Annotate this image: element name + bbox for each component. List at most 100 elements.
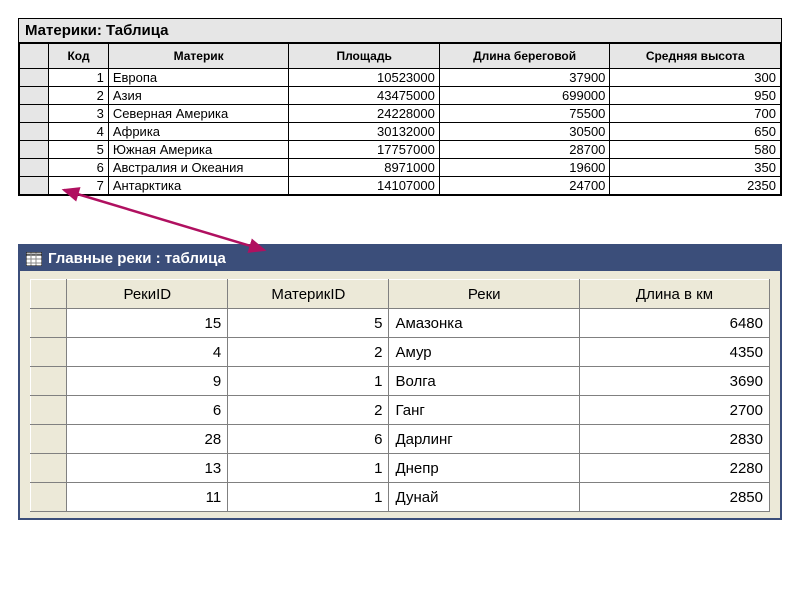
row-selector[interactable] — [20, 159, 49, 177]
table-row[interactable]: 4Африка3013200030500650 — [20, 123, 781, 141]
cell-name[interactable]: Африка — [108, 123, 289, 141]
cell-name[interactable]: Антарктика — [108, 177, 289, 195]
cell-river-id[interactable]: 15 — [67, 309, 228, 338]
cell-area[interactable]: 43475000 — [289, 87, 439, 105]
cell-river-name[interactable]: Дарлинг — [389, 425, 579, 454]
row-selector[interactable] — [20, 69, 49, 87]
table-row[interactable]: 286Дарлинг2830 — [31, 425, 770, 454]
table-row[interactable]: 6Австралия и Океания897100019600350 — [20, 159, 781, 177]
cell-length[interactable]: 2700 — [579, 396, 769, 425]
cell-area[interactable]: 8971000 — [289, 159, 439, 177]
cell-name[interactable]: Австралия и Океания — [108, 159, 289, 177]
cell-coast[interactable]: 699000 — [439, 87, 610, 105]
row-selector[interactable] — [20, 141, 49, 159]
cell-river-id[interactable]: 9 — [67, 367, 228, 396]
col-continent-id[interactable]: МатерикID — [228, 280, 389, 309]
table-row[interactable]: 111Дунай2850 — [31, 483, 770, 512]
col-key[interactable]: Код — [49, 44, 109, 69]
cell-area[interactable]: 14107000 — [289, 177, 439, 195]
cell-alt[interactable]: 350 — [610, 159, 781, 177]
cell-length[interactable]: 2830 — [579, 425, 769, 454]
cell-continent-id[interactable]: 2 — [228, 396, 389, 425]
row-selector[interactable] — [31, 454, 67, 483]
cell-name[interactable]: Европа — [108, 69, 289, 87]
cell-river-id[interactable]: 13 — [67, 454, 228, 483]
cell-river-name[interactable]: Ганг — [389, 396, 579, 425]
table-row[interactable]: 62Ганг2700 — [31, 396, 770, 425]
cell-area[interactable]: 17757000 — [289, 141, 439, 159]
cell-coast[interactable]: 37900 — [439, 69, 610, 87]
table-row[interactable]: 131Днепр2280 — [31, 454, 770, 483]
cell-river-name[interactable]: Дунай — [389, 483, 579, 512]
col-length[interactable]: Длина в км — [579, 280, 769, 309]
row-selector[interactable] — [31, 425, 67, 454]
table-row[interactable]: 5Южная Америка1775700028700580 — [20, 141, 781, 159]
cell-river-name[interactable]: Амур — [389, 338, 579, 367]
cell-area[interactable]: 10523000 — [289, 69, 439, 87]
cell-river-id[interactable]: 4 — [67, 338, 228, 367]
cell-key[interactable]: 2 — [49, 87, 109, 105]
cell-area[interactable]: 24228000 — [289, 105, 439, 123]
cell-length[interactable]: 3690 — [579, 367, 769, 396]
cell-key[interactable]: 3 — [49, 105, 109, 123]
cell-name[interactable]: Северная Америка — [108, 105, 289, 123]
cell-key[interactable]: 5 — [49, 141, 109, 159]
rivers-titlebar[interactable]: Главные реки : таблица — [20, 246, 780, 271]
cell-key[interactable]: 6 — [49, 159, 109, 177]
cell-continent-id[interactable]: 1 — [228, 483, 389, 512]
cell-continent-id[interactable]: 6 — [228, 425, 389, 454]
row-selector[interactable] — [20, 123, 49, 141]
table-row[interactable]: 7Антарктика14107000247002350 — [20, 177, 781, 195]
cell-key[interactable]: 4 — [49, 123, 109, 141]
cell-river-name[interactable]: Волга — [389, 367, 579, 396]
cell-area[interactable]: 30132000 — [289, 123, 439, 141]
col-name[interactable]: Материк — [108, 44, 289, 69]
cell-coast[interactable]: 24700 — [439, 177, 610, 195]
cell-coast[interactable]: 19600 — [439, 159, 610, 177]
cell-continent-id[interactable]: 2 — [228, 338, 389, 367]
cell-coast[interactable]: 75500 — [439, 105, 610, 123]
col-area[interactable]: Площадь — [289, 44, 439, 69]
row-selector[interactable] — [31, 396, 67, 425]
cell-river-id[interactable]: 6 — [67, 396, 228, 425]
row-selector[interactable] — [20, 87, 49, 105]
cell-key[interactable]: 7 — [49, 177, 109, 195]
cell-alt[interactable]: 300 — [610, 69, 781, 87]
cell-alt[interactable]: 700 — [610, 105, 781, 123]
cell-river-name[interactable]: Амазонка — [389, 309, 579, 338]
cell-length[interactable]: 4350 — [579, 338, 769, 367]
row-selector[interactable] — [31, 309, 67, 338]
col-river-name[interactable]: Реки — [389, 280, 579, 309]
col-river-id[interactable]: РекиID — [67, 280, 228, 309]
table-row[interactable]: 2Азия43475000699000950 — [20, 87, 781, 105]
table-row[interactable]: 42Амур4350 — [31, 338, 770, 367]
table-row[interactable]: 91Волга3690 — [31, 367, 770, 396]
cell-continent-id[interactable]: 5 — [228, 309, 389, 338]
cell-alt[interactable]: 580 — [610, 141, 781, 159]
cell-river-id[interactable]: 28 — [67, 425, 228, 454]
row-selector[interactable] — [20, 177, 49, 195]
row-selector[interactable] — [31, 367, 67, 396]
cell-alt[interactable]: 2350 — [610, 177, 781, 195]
cell-length[interactable]: 6480 — [579, 309, 769, 338]
cell-river-name[interactable]: Днепр — [389, 454, 579, 483]
table-row[interactable]: 3Северная Америка2422800075500700 — [20, 105, 781, 123]
cell-length[interactable]: 2280 — [579, 454, 769, 483]
cell-length[interactable]: 2850 — [579, 483, 769, 512]
cell-alt[interactable]: 950 — [610, 87, 781, 105]
row-selector[interactable] — [31, 483, 67, 512]
cell-continent-id[interactable]: 1 — [228, 367, 389, 396]
cell-continent-id[interactable]: 1 — [228, 454, 389, 483]
cell-alt[interactable]: 650 — [610, 123, 781, 141]
cell-coast[interactable]: 30500 — [439, 123, 610, 141]
row-selector[interactable] — [31, 338, 67, 367]
cell-name[interactable]: Азия — [108, 87, 289, 105]
row-selector[interactable] — [20, 105, 49, 123]
col-coast[interactable]: Длина береговой — [439, 44, 610, 69]
table-row[interactable]: 155Амазонка6480 — [31, 309, 770, 338]
col-alt[interactable]: Средняя высота — [610, 44, 781, 69]
cell-coast[interactable]: 28700 — [439, 141, 610, 159]
cell-key[interactable]: 1 — [49, 69, 109, 87]
cell-river-id[interactable]: 11 — [67, 483, 228, 512]
cell-name[interactable]: Южная Америка — [108, 141, 289, 159]
